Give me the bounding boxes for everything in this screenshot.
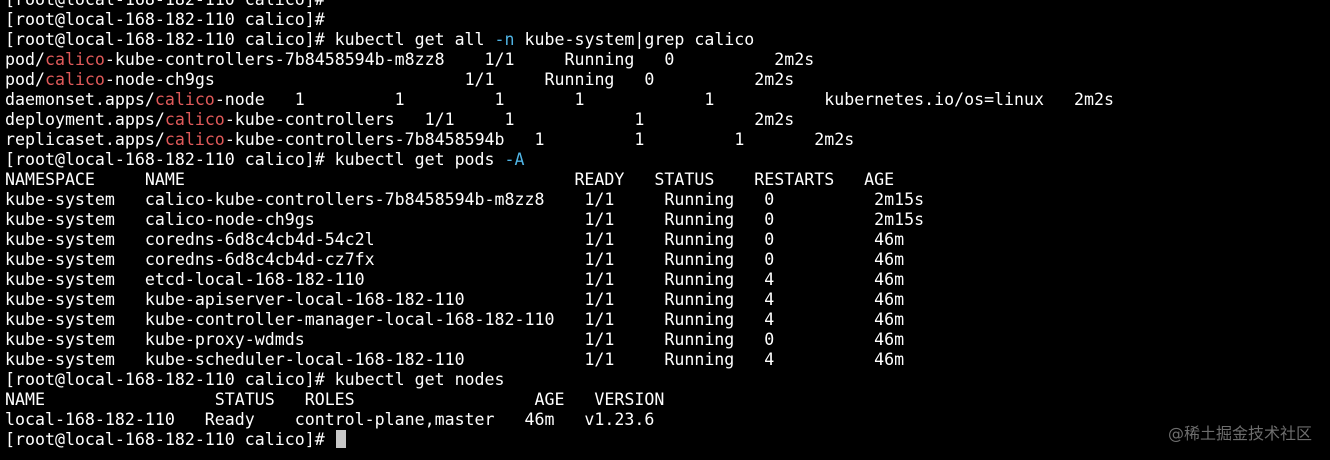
line-text: -kube-controllers-7b8458594b 1 1 1 2m2s [224,130,855,149]
watermark: @稀土掘金技术社区 [1167,424,1312,443]
command-flag-text: -A [504,150,525,169]
line-text: [root@local-168-182-110 calico]# [5,430,335,449]
terminal-line: [root@local-168-182-110 calico]# kubectl… [5,370,1330,390]
line-text: [root@local-168-182-110 calico]# [5,10,325,29]
terminal-line: kube-system calico-node-ch9gs 1/1 Runnin… [5,210,1330,230]
terminal-output: [root@local-168-182-110 calico]# [root@lo… [5,0,1330,450]
line-text: -node 1 1 1 1 1 kubernetes.io/os=linux 2… [214,90,1114,109]
prompt-line: [root@local-168-182-110 calico]# [5,430,1330,450]
terminal-line: [root@local-168-182-110 calico]# [5,10,1330,30]
grep-match-text: calico [44,70,105,89]
grep-match-text: calico [44,50,105,69]
line-text: -kube-controllers 1/1 1 1 2m2s [224,110,795,129]
line-text: kube-system calico-kube-controllers-7b84… [5,190,925,209]
line-text: kube-system kube-apiserver-local-168-182… [5,290,905,309]
line-text: replicaset.apps/ [5,130,165,149]
line-text: daemonset.apps/ [5,90,155,109]
terminal-window[interactable]: [root@local-168-182-110 calico]# [root@lo… [0,0,1330,460]
line-text: NAME STATUS ROLES AGE VERSION [5,390,665,409]
terminal-line: kube-system kube-apiserver-local-168-182… [5,290,1330,310]
line-text: kube-system etcd-local-168-182-110 1/1 R… [5,270,905,289]
terminal-line: pod/calico-kube-controllers-7b8458594b-m… [5,50,1330,70]
terminal-line: [root@local-168-182-110 calico]# kubectl… [5,150,1330,170]
terminal-line: kube-system coredns-6d8c4cb4d-cz7fx 1/1 … [5,250,1330,270]
line-text: pod/ [5,50,45,69]
line-text: -kube-controllers-7b8458594b-m8zz8 1/1 R… [104,50,815,69]
terminal-line: [root@local-168-182-110 calico]# kubectl… [5,30,1330,50]
line-text: [root@local-168-182-110 calico]# [5,0,325,9]
line-text: -node-ch9gs 1/1 Running 0 2m2s [104,70,795,89]
line-text: [root@local-168-182-110 calico]# kubectl… [5,370,505,389]
terminal-line: kube-system coredns-6d8c4cb4d-54c2l 1/1 … [5,230,1330,250]
terminal-line: deployment.apps/calico-kube-controllers … [5,110,1330,130]
grep-match-text: calico [154,90,215,109]
grep-match-text: calico [164,130,225,149]
terminal-line: replicaset.apps/calico-kube-controllers-… [5,130,1330,150]
command-flag-text: -n [494,30,515,49]
grep-match-text: calico [164,110,225,129]
line-text: [root@local-168-182-110 calico]# kubectl… [5,30,495,49]
terminal-line: kube-system kube-proxy-wdmds 1/1 Running… [5,330,1330,350]
line-text: kube-system kube-controller-manager-loca… [5,310,905,329]
line-text: kube-system calico-node-ch9gs 1/1 Runnin… [5,210,925,229]
line-text: pod/ [5,70,45,89]
line-text: kube-system kube-scheduler-local-168-182… [5,350,905,369]
terminal-line: local-168-182-110 Ready control-plane,ma… [5,410,1330,430]
line-text: kube-system coredns-6d8c4cb4d-54c2l 1/1 … [5,230,905,249]
terminal-line: [root@local-168-182-110 calico]# [5,0,1330,10]
line-text: kube-system kube-proxy-wdmds 1/1 Running… [5,330,905,349]
line-text: NAMESPACE NAME READY STATUS RESTARTS AGE [5,170,895,189]
line-text: deployment.apps/ [5,110,165,129]
terminal-line: kube-system etcd-local-168-182-110 1/1 R… [5,270,1330,290]
terminal-line: kube-system calico-kube-controllers-7b84… [5,190,1330,210]
line-text: local-168-182-110 Ready control-plane,ma… [5,410,655,429]
line-text: [root@local-168-182-110 calico]# kubectl… [5,150,505,169]
terminal-line: NAME STATUS ROLES AGE VERSION [5,390,1330,410]
terminal-line: NAMESPACE NAME READY STATUS RESTARTS AGE [5,170,1330,190]
terminal-line: pod/calico-node-ch9gs 1/1 Running 0 2m2s [5,70,1330,90]
terminal-line: daemonset.apps/calico-node 1 1 1 1 1 kub… [5,90,1330,110]
terminal-line: kube-system kube-controller-manager-loca… [5,310,1330,330]
text-cursor[interactable] [335,430,346,448]
line-text: kube-system|grep calico [514,30,755,49]
terminal-line: kube-system kube-scheduler-local-168-182… [5,350,1330,370]
line-text: kube-system coredns-6d8c4cb4d-cz7fx 1/1 … [5,250,905,269]
